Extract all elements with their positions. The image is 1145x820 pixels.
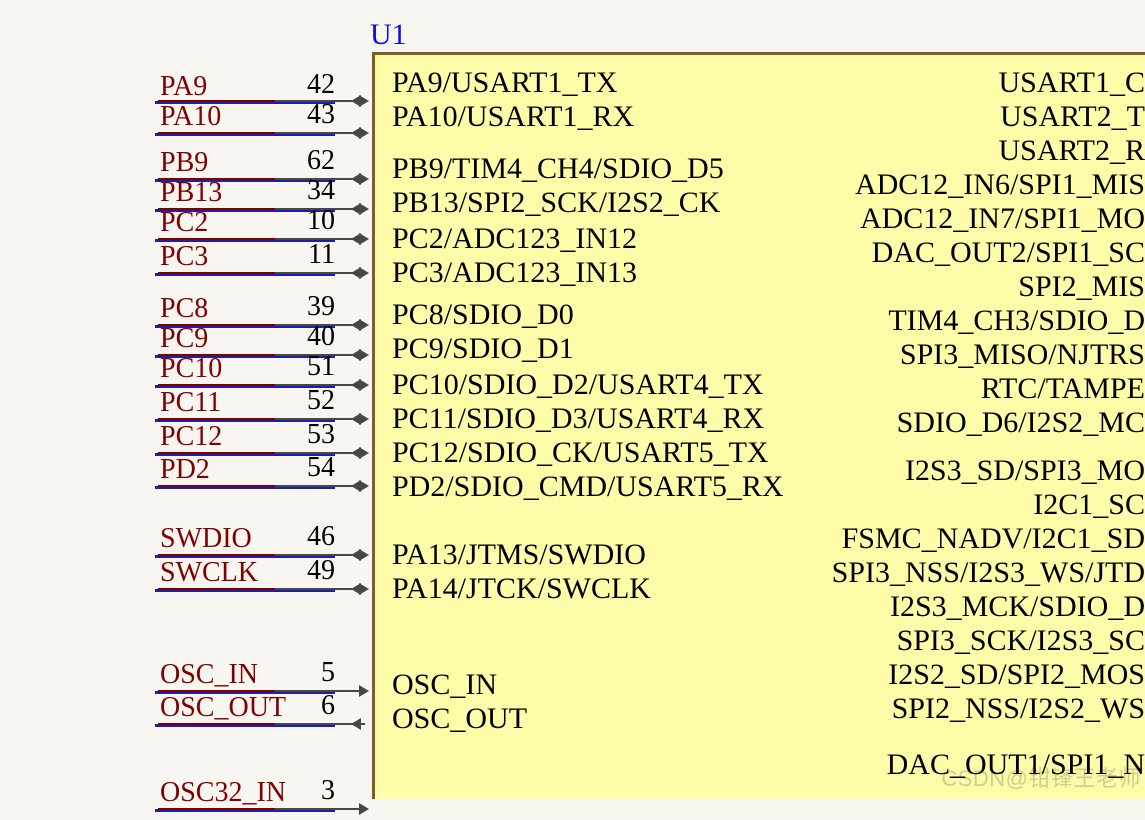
pin-description: PB9/TIM4_CH4/SDIO_D5 bbox=[392, 152, 724, 186]
reference-designator: U1 bbox=[370, 18, 407, 52]
pin-description: PA9/USART1_TX bbox=[392, 66, 617, 100]
pin-direction-icon bbox=[335, 800, 375, 820]
pin-direction-icon bbox=[335, 715, 375, 735]
pin-description: PD2/SDIO_CMD/USART5_RX bbox=[392, 470, 784, 504]
pin-direction-icon bbox=[335, 376, 375, 396]
pin-description: PC10/SDIO_D2/USART4_TX bbox=[392, 368, 764, 402]
pin-description-right: USART2_R bbox=[998, 134, 1145, 168]
pin-number: 51 bbox=[275, 351, 335, 383]
pin-description-right: RTC/TAMPE bbox=[981, 372, 1145, 406]
pin-description: OSC_IN bbox=[392, 668, 497, 702]
pin-number: 11 bbox=[275, 239, 335, 271]
pin-number: 62 bbox=[275, 145, 335, 177]
pin-direction-icon bbox=[335, 124, 375, 144]
pin-description-right: USART2_T bbox=[1000, 100, 1145, 134]
net-label: PB9 bbox=[160, 147, 208, 179]
pin-number: 39 bbox=[275, 291, 335, 323]
pin-description: PC12/SDIO_CK/USART5_TX bbox=[392, 436, 769, 470]
pin-description-right: I2S3_SD/SPI3_MO bbox=[905, 454, 1145, 488]
net-label: PC11 bbox=[160, 387, 221, 419]
net-label: PB13 bbox=[160, 177, 222, 209]
pin-number: 6 bbox=[275, 690, 335, 722]
pin-number-underline bbox=[275, 272, 335, 274]
pin-number: 43 bbox=[275, 99, 335, 131]
pin-direction-icon bbox=[335, 477, 375, 497]
pin-description-right: DAC_OUT2/SPI1_SC bbox=[872, 236, 1145, 270]
pin-description: PC3/ADC123_IN13 bbox=[392, 256, 637, 290]
net-label: PA9 bbox=[160, 71, 207, 103]
pin-direction-icon bbox=[335, 346, 375, 366]
net-label: PC9 bbox=[160, 323, 208, 355]
pin-direction-icon bbox=[335, 682, 375, 702]
pin-number-underline bbox=[275, 588, 335, 590]
pin-description: PA10/USART1_RX bbox=[392, 100, 634, 134]
pin-description-right: I2S3_MCK/SDIO_D bbox=[890, 590, 1145, 624]
net-label: PC12 bbox=[160, 421, 222, 453]
pin-description-right: TIM4_CH3/SDIO_D bbox=[888, 304, 1145, 338]
pin-description-right: ADC12_IN7/SPI1_MO bbox=[860, 202, 1145, 236]
pin-number: 5 bbox=[275, 657, 335, 689]
pin-description: PC9/SDIO_D1 bbox=[392, 332, 574, 366]
pin-description: PA14/JTCK/SWCLK bbox=[392, 572, 651, 606]
net-label: OSC_OUT bbox=[160, 692, 286, 724]
pin-number: 54 bbox=[275, 452, 335, 484]
pin-number: 52 bbox=[275, 385, 335, 417]
pin-description-right: SPI3_NSS/I2S3_WS/JTD bbox=[832, 556, 1145, 590]
pin-description-right: USART1_C bbox=[998, 66, 1145, 100]
pin-description-right: FSMC_NADV/I2C1_SD bbox=[842, 522, 1145, 556]
pin-description-right: SPI2_NSS/I2S2_WS bbox=[892, 692, 1145, 726]
net-label: PC8 bbox=[160, 293, 208, 325]
pin-number-underline bbox=[275, 723, 335, 725]
pin-number: 46 bbox=[275, 521, 335, 553]
pin-description: PC11/SDIO_D3/USART4_RX bbox=[392, 402, 764, 436]
pin-direction-icon bbox=[335, 170, 375, 190]
pin-number-underline bbox=[275, 485, 335, 487]
pin-direction-icon bbox=[335, 444, 375, 464]
net-label: OSC32_IN bbox=[160, 777, 286, 809]
pin-direction-icon bbox=[335, 264, 375, 284]
pin-direction-icon bbox=[335, 316, 375, 336]
pin-description: OSC_OUT bbox=[392, 702, 527, 736]
pin-description: PC8/SDIO_D0 bbox=[392, 298, 574, 332]
pin-description-right: I2C1_SC bbox=[1033, 488, 1145, 522]
pin-direction-icon bbox=[335, 230, 375, 250]
pin-description-right: SDIO_D6/I2S2_MC bbox=[897, 406, 1145, 440]
pin-number: 3 bbox=[275, 775, 335, 807]
pin-number: 53 bbox=[275, 419, 335, 451]
pin-description-right: I2S2_SD/SPI2_MOS bbox=[888, 658, 1145, 692]
pin-description-right: SPI2_MIS bbox=[1018, 270, 1145, 304]
pin-number-underline bbox=[275, 808, 335, 810]
pin-description-right: ADC12_IN6/SPI1_MIS bbox=[855, 168, 1145, 202]
pin-direction-icon bbox=[335, 546, 375, 566]
net-label: SWCLK bbox=[160, 557, 258, 589]
net-label: PC3 bbox=[160, 241, 208, 273]
pin-description: PB13/SPI2_SCK/I2S2_CK bbox=[392, 186, 720, 220]
pin-direction-icon bbox=[335, 92, 375, 112]
pin-number: 42 bbox=[275, 69, 335, 101]
pin-description-right: DAC_OUT1/SPI1_N bbox=[887, 748, 1145, 782]
pin-description: PC2/ADC123_IN12 bbox=[392, 222, 637, 256]
pin-description-right: SPI3_MISO/NJTRS bbox=[900, 338, 1145, 372]
net-label: PC10 bbox=[160, 353, 222, 385]
pin-direction-icon bbox=[335, 200, 375, 220]
pin-direction-icon bbox=[335, 410, 375, 430]
pin-description: PA13/JTMS/SWDIO bbox=[392, 538, 646, 572]
pin-number: 10 bbox=[275, 205, 335, 237]
pin-number: 40 bbox=[275, 321, 335, 353]
net-label: PC2 bbox=[160, 207, 208, 239]
pin-number: 49 bbox=[275, 555, 335, 587]
pin-direction-icon bbox=[335, 580, 375, 600]
pin-number: 34 bbox=[275, 175, 335, 207]
net-label: PA10 bbox=[160, 101, 221, 133]
net-label: PD2 bbox=[160, 454, 210, 486]
pin-description-right: SPI3_SCK/I2S3_SC bbox=[897, 624, 1145, 658]
pin-number-underline bbox=[275, 132, 335, 134]
net-label: OSC_IN bbox=[160, 659, 258, 691]
net-label: SWDIO bbox=[160, 523, 252, 555]
